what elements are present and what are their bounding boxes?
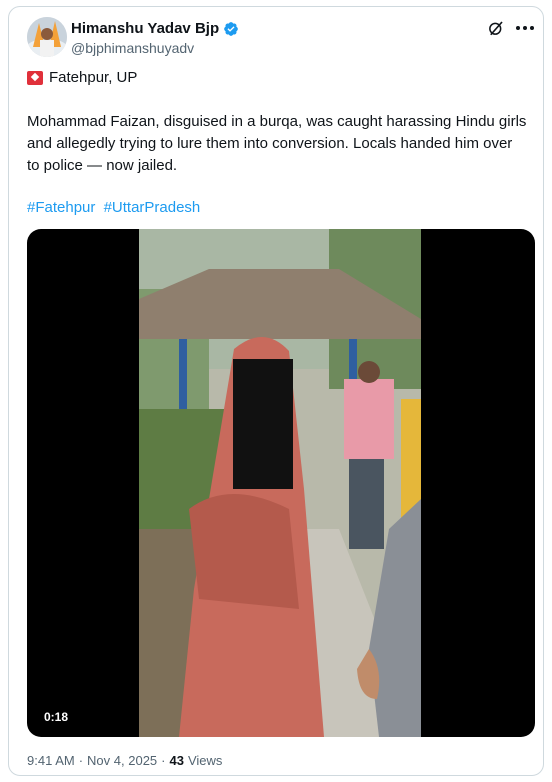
post-date[interactable]: Nov 4, 2025	[87, 753, 157, 768]
meta-separator: ·	[78, 753, 84, 768]
post-text: Mohammad Faizan, disguised in a burqa, w…	[27, 113, 527, 174]
author-handle[interactable]: @bjphimanshuyadv	[71, 40, 194, 56]
author-display-name[interactable]: Himanshu Yadav Bjp	[71, 20, 219, 37]
post-hashtags: #Fatehpur #UttarPradesh	[27, 199, 204, 216]
views-label: Views	[187, 753, 223, 768]
post-card[interactable]: Himanshu Yadav Bjp @bjphimanshuyadv Fate…	[8, 6, 544, 776]
grok-icon[interactable]	[487, 19, 505, 37]
views-count: 43	[169, 753, 184, 768]
post-metadata: 9:41 AM · Nov 4, 2025 · 43 Views	[27, 753, 222, 768]
verified-badge-icon	[224, 21, 238, 36]
post-location: Fatehpur, UP	[49, 69, 138, 86]
more-options-icon[interactable]	[515, 21, 535, 35]
video-still-image	[139, 229, 421, 737]
meta-separator: ·	[161, 753, 166, 768]
siren-emoji-icon	[27, 70, 43, 85]
video-duration: 0:18	[37, 707, 76, 727]
post-location-line: Fatehpur, UP	[27, 69, 137, 86]
avatar[interactable]	[27, 17, 67, 57]
avatar-image	[27, 17, 67, 57]
hashtag-link[interactable]: #Fatehpur	[27, 199, 95, 216]
post-time[interactable]: 9:41 AM	[27, 753, 75, 768]
hashtag-link[interactable]: #UttarPradesh	[104, 199, 201, 216]
video-frame[interactable]	[139, 229, 421, 737]
video-player[interactable]: 0:18	[27, 229, 535, 737]
